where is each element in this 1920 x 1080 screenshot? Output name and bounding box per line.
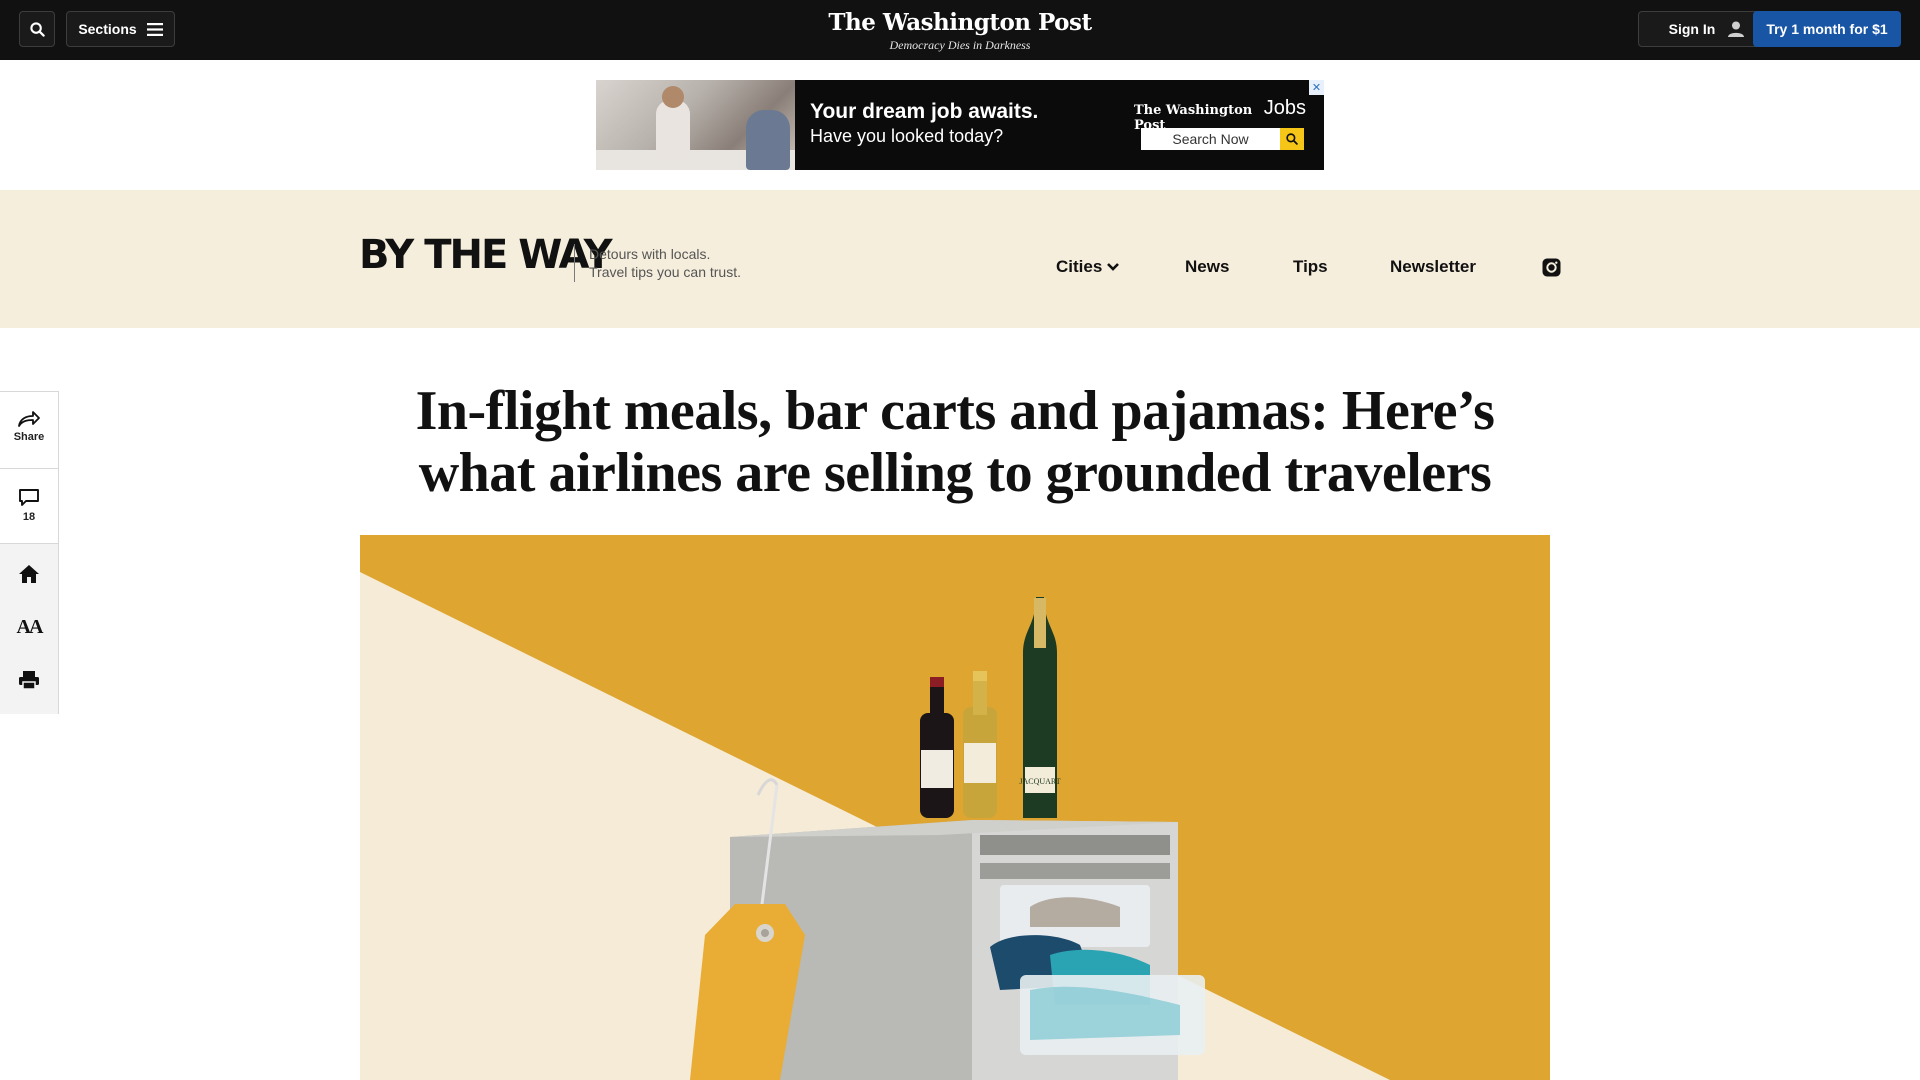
share-icon <box>18 411 40 427</box>
home-button[interactable] <box>0 564 58 584</box>
share-label: Share <box>13 431 45 443</box>
chevron-down-icon <box>1107 263 1120 271</box>
jobs-advertisement[interactable]: Your dream job awaits. Have you looked t… <box>596 80 1324 170</box>
subscribe-label: Try 1 month for $1 <box>1766 21 1888 37</box>
logo-divider <box>574 244 575 282</box>
article-headline: In-flight meals, bar carts and pajamas: … <box>415 380 1495 504</box>
ad-search-go[interactable] <box>1280 128 1304 150</box>
section-tagline-line-2: Travel tips you can trust. <box>589 264 741 280</box>
washington-post-logo[interactable]: The Washington Post <box>0 9 1920 36</box>
instagram-icon <box>1542 258 1561 277</box>
nav-cities-label: Cities <box>1056 257 1103 276</box>
article-tools-rail: Share 18 AA <box>0 391 59 714</box>
ad-subline: Have you looked today? <box>810 126 1004 146</box>
home-icon <box>19 565 39 583</box>
nav-cities-dropdown[interactable]: Cities <box>1056 257 1120 277</box>
section-tagline-line-1: Detours with locals. <box>589 246 711 262</box>
ad-brand-jobs: Jobs <box>1263 97 1306 119</box>
hero-illustration: JACQUART <box>360 535 1550 1080</box>
ad-headline: Your dream job awaits. <box>810 100 1039 123</box>
ad-close-button[interactable]: ✕ <box>1309 80 1324 95</box>
masthead: The Washington Post Democracy Dies in Da… <box>0 9 1920 53</box>
ad-search-now-button[interactable]: Search Now <box>1141 128 1304 150</box>
print-button[interactable] <box>0 670 58 690</box>
user-icon <box>1728 21 1745 37</box>
hero-image[interactable]: JACQUART <box>360 535 1550 1080</box>
top-navigation-bar: Sections The Washington Post Democracy D… <box>0 0 1920 60</box>
ad-search-label: Search Now <box>1141 128 1280 150</box>
section-header-band: BY THE WAY Detours with locals. Travel t… <box>0 190 1920 328</box>
subscribe-button[interactable]: Try 1 month for $1 <box>1753 11 1901 47</box>
section-tagline: Detours with locals. Travel tips you can… <box>589 245 741 281</box>
print-icon <box>19 671 39 690</box>
nav-newsletter-link[interactable]: Newsletter <box>1390 257 1476 277</box>
rail-utilities: AA <box>0 544 58 714</box>
comments-button[interactable]: 18 <box>0 488 58 523</box>
nav-tips-link[interactable]: Tips <box>1293 257 1328 277</box>
instagram-link[interactable] <box>1542 258 1561 277</box>
masthead-tagline: Democracy Dies in Darkness <box>889 38 1031 52</box>
share-button[interactable]: Share <box>0 410 58 443</box>
sign-in-label: Sign In <box>1668 21 1716 37</box>
comment-icon <box>19 489 39 506</box>
text-size-button[interactable]: AA <box>0 616 58 639</box>
nav-news-link[interactable]: News <box>1185 257 1229 277</box>
search-icon <box>1286 133 1298 145</box>
champagne-label: JACQUART <box>1019 777 1060 786</box>
ad-handshake-photo <box>596 80 795 170</box>
by-the-way-logo[interactable]: BY THE WAY <box>359 232 613 278</box>
text-size-icon: AA <box>16 616 44 638</box>
comments-count: 18 <box>22 511 36 523</box>
